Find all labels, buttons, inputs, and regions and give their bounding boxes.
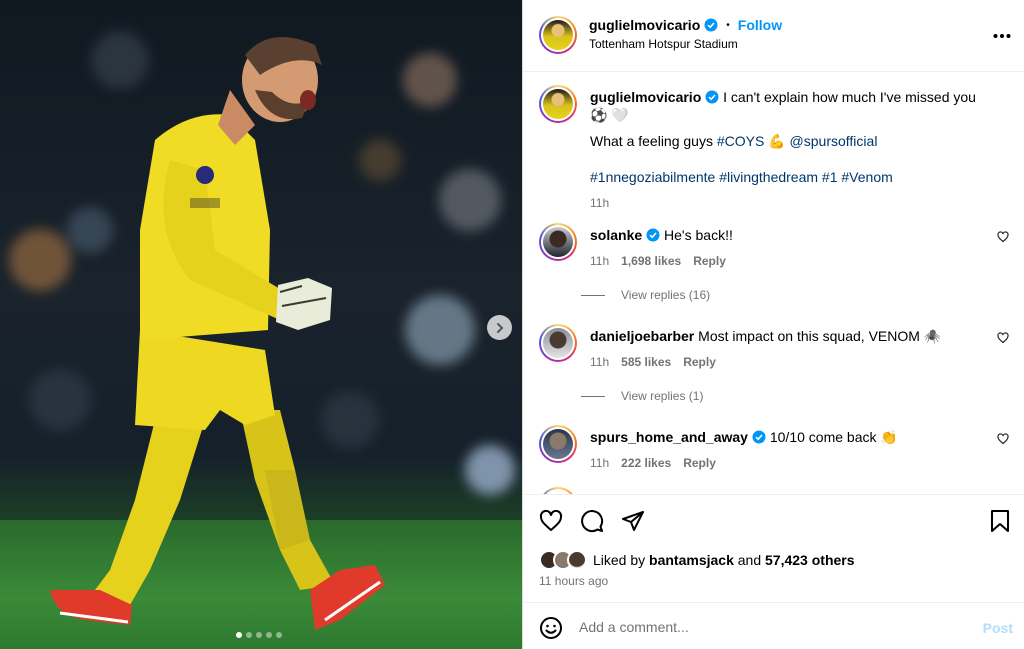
caption-text: guglielmovicario I can't explain how muc…: [590, 88, 990, 212]
author-info: guglielmovicario • Follow Tottenham Hots…: [589, 17, 782, 51]
liker-avatars[interactable]: [539, 550, 587, 570]
separator-dot: •: [726, 19, 730, 31]
like-comment-heart-icon[interactable]: [997, 231, 1009, 243]
commenter-avatar[interactable]: [539, 324, 577, 362]
reply-button[interactable]: Reply: [693, 252, 726, 270]
like-comment-heart-icon[interactable]: [997, 332, 1009, 344]
follow-button[interactable]: Follow: [738, 17, 782, 33]
comment-body: danieljoebarber Most impact on this squa…: [590, 327, 990, 371]
reply-button[interactable]: Reply: [683, 454, 716, 472]
location-link[interactable]: Tottenham Hotspur Stadium: [589, 37, 782, 51]
instagram-post: guglielmovicario • Follow Tottenham Hots…: [0, 0, 1024, 649]
post-actions: Liked by bantamsjack and 57,423 others 1…: [523, 494, 1024, 602]
carousel-dot: [236, 632, 242, 638]
comment-bubble-icon[interactable]: [580, 509, 604, 533]
comments-list[interactable]: guglielmovicario I can't explain how muc…: [523, 73, 1024, 494]
liker-avatar: [567, 550, 587, 570]
avatar-image: [543, 227, 573, 257]
comment-time: 11h: [590, 456, 610, 470]
comment-likes[interactable]: 1,698 likes: [621, 252, 681, 270]
caption-time: 11h: [590, 196, 610, 210]
post-comment-button[interactable]: Post: [983, 620, 1013, 636]
carousel-dot: [266, 632, 272, 638]
carousel-dot: [276, 632, 282, 638]
view-replies-button[interactable]: View replies (16): [581, 288, 710, 302]
commenter-username[interactable]: danieljoebarber: [590, 328, 694, 344]
commenter-avatar[interactable]: [539, 487, 577, 494]
post-sidebar: guglielmovicario • Follow Tottenham Hots…: [522, 0, 1024, 649]
share-send-icon[interactable]: [621, 509, 645, 533]
author-avatar[interactable]: [539, 16, 577, 54]
mention-link[interactable]: @spursofficial: [790, 133, 878, 149]
comment-text: He's back!!: [664, 227, 733, 243]
like-heart-icon[interactable]: [539, 509, 563, 533]
avatar-image: [543, 328, 573, 358]
comment-text: 10/10 come back 👏: [769, 429, 898, 445]
comment-item: solanke He's back!! 11h 1,698 likes Repl…: [539, 223, 1009, 273]
liked-by-user[interactable]: bantamsjack: [649, 552, 734, 568]
carousel-next-button[interactable]: [487, 315, 512, 340]
caption-hashtags[interactable]: #1nnegoziabilmente #livingthedream #1 #V…: [590, 168, 990, 186]
commenter-username[interactable]: solanke: [590, 227, 642, 243]
verified-badge-icon: [646, 228, 660, 242]
comment-time: 11h: [590, 355, 610, 369]
verified-badge-icon: [705, 90, 719, 104]
post-caption: guglielmovicario I can't explain how muc…: [539, 85, 1009, 210]
view-replies-button[interactable]: View replies (1): [581, 389, 703, 403]
carousel-dot: [246, 632, 252, 638]
post-header: guglielmovicario • Follow Tottenham Hots…: [523, 0, 1024, 72]
commenter-avatar[interactable]: [539, 425, 577, 463]
add-comment-bar: Post: [523, 602, 1024, 649]
avatar-image: [543, 429, 573, 459]
chevron-right-icon: [496, 322, 503, 333]
commenter-avatar[interactable]: [539, 223, 577, 261]
replies-line: [581, 294, 605, 296]
caption-line-2-text: What a feeling guys: [590, 133, 713, 149]
post-timestamp[interactable]: 11 hours ago: [539, 574, 608, 588]
comment-likes[interactable]: 585 likes: [621, 353, 671, 371]
save-bookmark-icon[interactable]: [989, 509, 1011, 533]
more-horizontal-icon[interactable]: [993, 24, 1011, 48]
carousel-indicators: [236, 632, 282, 638]
post-media[interactable]: [0, 0, 522, 649]
emoji-smiley-icon[interactable]: [539, 616, 563, 640]
carousel-dot: [256, 632, 262, 638]
verified-badge-icon: [704, 18, 718, 32]
reply-button[interactable]: Reply: [683, 353, 716, 371]
avatar-image: [543, 20, 573, 50]
comment-body: solanke He's back!! 11h 1,698 likes Repl…: [590, 226, 990, 270]
comment-time: 11h: [590, 254, 610, 268]
likes-count[interactable]: 57,423 others: [765, 552, 855, 568]
likes-summary: Liked by bantamsjack and 57,423 others: [539, 550, 855, 570]
like-comment-heart-icon[interactable]: [997, 433, 1009, 445]
comment-body: spurs_home_and_away 10/10 come back 👏 11…: [590, 428, 990, 472]
caption-username[interactable]: guglielmovicario: [590, 89, 701, 105]
comment-item: danieljoebarber Most impact on this squa…: [539, 324, 1009, 374]
comment-input[interactable]: [579, 613, 959, 641]
replies-line: [581, 395, 605, 397]
comment-item: spurs_home_and_away 10/10 come back 👏 11…: [539, 425, 1009, 475]
comment-text: Most impact on this squad, VENOM 🕷️: [698, 328, 942, 344]
avatar-image: [543, 89, 573, 119]
liked-by-joiner: and: [737, 552, 762, 568]
caption-emoji: 💪: [768, 133, 786, 149]
commenter-username[interactable]: spurs_home_and_away: [590, 429, 748, 445]
caption-avatar[interactable]: [539, 85, 577, 123]
comment-likes[interactable]: 222 likes: [621, 454, 671, 472]
goalkeeper-photo: [50, 37, 385, 630]
liked-by-prefix: Liked by: [593, 552, 646, 568]
view-replies-label: View replies (1): [621, 389, 704, 403]
verified-badge-icon: [752, 430, 766, 444]
hashtag-link[interactable]: #COYS: [717, 133, 764, 149]
view-replies-label: View replies (16): [621, 288, 711, 302]
author-username[interactable]: guglielmovicario: [589, 17, 700, 33]
